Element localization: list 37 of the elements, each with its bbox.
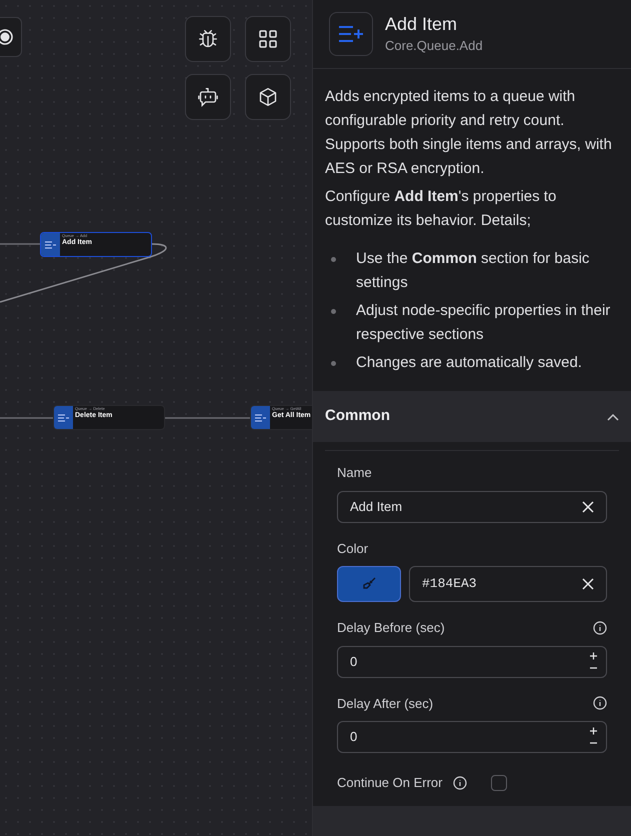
cube-icon — [258, 87, 278, 107]
bullet-text: Adjust node-specific properties in their respective sections — [356, 301, 612, 345]
panel-title: Add Item — [385, 13, 458, 36]
clear-icon[interactable] — [582, 500, 594, 512]
bullet-text: Use the Common section for basic settings — [356, 249, 590, 293]
field-label: Delay Before (sec) — [337, 619, 445, 637]
field-label: Continue On Error — [337, 774, 442, 792]
field-label: Delay After (sec) — [337, 694, 434, 713]
list-add-icon — [338, 24, 364, 44]
description-text: Adds encrypted items to a queue with configurable priority and retry count. Supports both single items and arrays, with AES or RSA encryption. — [325, 87, 613, 179]
list-icon — [58, 414, 69, 422]
connector-line — [0, 417, 53, 419]
debug-button[interactable] — [185, 16, 231, 62]
grid-icon — [259, 30, 277, 48]
chevron-icon — [607, 412, 619, 420]
clear-icon[interactable] — [582, 578, 594, 590]
panel-subtitle: Core.Queue.Add — [385, 37, 483, 56]
number-field[interactable]: 0 — [337, 646, 607, 678]
bot-chat-icon — [198, 87, 218, 107]
list-icon — [45, 240, 56, 248]
stepper-icon[interactable] — [589, 652, 598, 672]
checkbox[interactable] — [490, 774, 506, 791]
bug-icon — [198, 29, 218, 49]
record-icon — [0, 29, 13, 45]
name-field[interactable]: Add Item — [337, 490, 607, 522]
field-label: Color — [337, 540, 368, 558]
assistant-button[interactable] — [185, 74, 231, 120]
color-swatch-button[interactable] — [337, 566, 401, 602]
field-label: Name — [337, 464, 372, 482]
package-button[interactable] — [245, 74, 291, 120]
list-icon — [255, 414, 266, 422]
configure-text: Configure Add Item's properties to customize its behavior. Details; — [325, 187, 558, 231]
grid-button[interactable] — [245, 16, 291, 62]
number-field[interactable]: 0 — [337, 721, 607, 753]
bullet-text: Changes are automatically saved. — [356, 353, 582, 373]
section-header[interactable]: Common — [313, 391, 631, 442]
color-field[interactable]: #184EA3 — [409, 566, 607, 602]
